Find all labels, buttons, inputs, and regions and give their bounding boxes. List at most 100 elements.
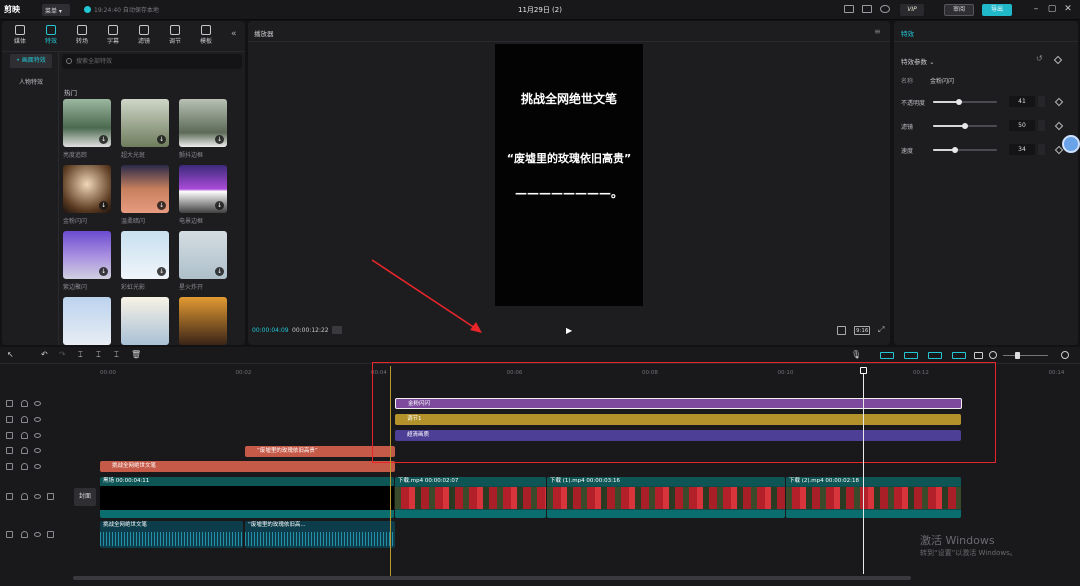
delete-icon[interactable]: 🗑 [131, 350, 141, 359]
layout-icon[interactable] [844, 5, 854, 13]
param-stepper[interactable] [1038, 144, 1045, 155]
sidebar-item-scene-effects[interactable]: • 画面特效 [10, 54, 52, 68]
audio-clip-rose[interactable]: “废墟里的玫瑰依旧高... [245, 521, 395, 548]
download-icon[interactable]: ↓ [99, 201, 108, 210]
effects-search-input[interactable]: 搜索全部特效 [62, 54, 242, 69]
param-stepper[interactable] [1038, 96, 1045, 107]
review-button[interactable]: 审阅 [944, 4, 974, 16]
collapse-icon[interactable]: « [231, 29, 237, 39]
playhead-handle[interactable] [860, 367, 867, 374]
text-clip-title[interactable]: 挑战全网绝世文笔 [100, 461, 395, 472]
download-icon[interactable]: ↓ [157, 135, 166, 144]
eye-icon[interactable] [34, 448, 41, 453]
download-icon[interactable]: ↓ [215, 267, 224, 276]
tab-adjust[interactable]: 调节 [162, 23, 188, 49]
tab-transition[interactable]: 转场 [69, 23, 95, 49]
split-right-icon[interactable]: ⌶ [114, 350, 119, 360]
video-clip-download[interactable]: 下载.mp4 00:00:02:07 [395, 477, 546, 518]
close-icon[interactable]: ✕ [1062, 3, 1074, 15]
cover-button[interactable]: 封面 [74, 488, 96, 506]
split-icon[interactable]: ⌶ [78, 350, 83, 360]
effect-card[interactable]: ↓ [63, 165, 111, 213]
param-slider-knob[interactable] [962, 123, 968, 129]
keyboard-icon[interactable] [862, 5, 872, 13]
select-tool-icon[interactable]: ↖ [7, 350, 14, 359]
timeline-scrollbar[interactable] [73, 576, 911, 580]
vip-badge[interactable]: VIP [900, 4, 924, 16]
zoom-slider[interactable] [1003, 355, 1048, 356]
download-icon[interactable]: ↓ [215, 135, 224, 144]
download-icon[interactable]: ↓ [99, 135, 108, 144]
caption-icon[interactable] [974, 352, 983, 359]
maximize-icon[interactable]: ▢ [1046, 3, 1058, 15]
effect-card[interactable] [179, 297, 227, 345]
lock-icon[interactable] [21, 432, 28, 439]
ratio-button[interactable]: 9:16 [854, 326, 871, 335]
tab-text[interactable]: 字幕 [100, 23, 126, 49]
tab-filter[interactable]: 滤镜 [131, 23, 157, 49]
video-preview[interactable]: 挑战全网绝世文笔 “废墟里的玫瑰依旧高贵” ————————。 [495, 44, 643, 306]
effect-card[interactable]: ↓ [63, 99, 111, 147]
speaker-icon[interactable] [47, 493, 54, 500]
param-value-input[interactable]: 34 [1009, 144, 1035, 155]
tab-effects[interactable]: 特效 [38, 23, 64, 49]
eye-icon[interactable] [34, 464, 41, 469]
effect-card[interactable]: ↓ [121, 99, 169, 147]
linkage-icon[interactable] [928, 352, 942, 359]
eye-icon[interactable] [34, 433, 41, 438]
reset-icon[interactable]: ↺ [1036, 54, 1043, 63]
export-button[interactable]: 导出 [982, 4, 1012, 16]
player-menu-icon[interactable]: ≡ [874, 27, 881, 36]
video-clip-download-2[interactable]: 下载 (2).mp4 00:00:02:18 [786, 477, 961, 518]
download-icon[interactable]: ↓ [157, 201, 166, 210]
download-icon[interactable]: ↓ [157, 267, 166, 276]
fullscreen-icon[interactable]: ⤢ [878, 325, 884, 335]
eye-icon[interactable] [34, 417, 41, 422]
settings-icon[interactable] [880, 5, 890, 13]
main-track-magnet-icon[interactable] [880, 352, 894, 359]
playhead-line[interactable] [863, 370, 864, 574]
eye-icon[interactable] [34, 532, 41, 537]
download-icon[interactable]: ↓ [215, 201, 224, 210]
crop-icon[interactable] [837, 326, 846, 335]
lock-icon[interactable] [21, 416, 28, 423]
minimize-icon[interactable]: – [1030, 3, 1042, 15]
lock-icon[interactable] [21, 447, 28, 454]
preview-axis-icon[interactable] [952, 352, 966, 359]
sidebar-item-people-effects[interactable]: 人物特效 [10, 76, 52, 90]
split-left-icon[interactable]: ⌶ [96, 350, 101, 360]
zoom-in-icon[interactable] [1061, 351, 1069, 359]
assistant-bot-icon[interactable] [1062, 135, 1080, 153]
lock-icon[interactable] [21, 493, 28, 500]
timecode-toggle-icon[interactable] [332, 326, 342, 334]
video-clip-black[interactable]: 黑场 00:00:04:11 [100, 477, 394, 518]
redo-icon[interactable]: ↷ [59, 350, 66, 359]
effect-params-section[interactable]: 特效参数 ⌄ [901, 56, 935, 66]
zoom-out-icon[interactable] [989, 351, 997, 359]
undo-icon[interactable]: ↶ [41, 350, 48, 359]
zoom-slider-knob[interactable] [1015, 352, 1020, 359]
video-clip-download-1[interactable]: 下载 (1).mp4 00:00:03:16 [547, 477, 785, 518]
lock-icon[interactable] [21, 531, 28, 538]
eye-icon[interactable] [34, 494, 41, 499]
microphone-icon[interactable]: 🎙 [851, 350, 861, 359]
auto-snap-icon[interactable] [904, 352, 918, 359]
lock-icon[interactable] [21, 463, 28, 470]
play-button[interactable]: ▶ [566, 326, 572, 335]
param-value-input[interactable]: 50 [1009, 120, 1035, 131]
effect-card[interactable] [121, 297, 169, 345]
effect-card[interactable]: ↓ [121, 165, 169, 213]
audio-clip-title[interactable]: 挑战全网绝世文笔 [100, 521, 243, 548]
keyframe-icon[interactable] [1053, 55, 1063, 65]
effect-card[interactable]: ↓ [179, 165, 227, 213]
tab-template[interactable]: 模板 [193, 23, 219, 49]
lock-icon[interactable] [21, 400, 28, 407]
speaker-icon[interactable] [47, 531, 54, 538]
param-slider-knob[interactable] [951, 147, 958, 153]
tab-media[interactable]: 媒体 [7, 23, 33, 49]
effect-card[interactable]: ↓ [63, 231, 111, 279]
effect-card[interactable]: ↓ [179, 99, 227, 147]
param-value-input[interactable]: 41 [1009, 96, 1035, 107]
effect-card[interactable]: ↓ [121, 231, 169, 279]
download-icon[interactable]: ↓ [99, 267, 108, 276]
